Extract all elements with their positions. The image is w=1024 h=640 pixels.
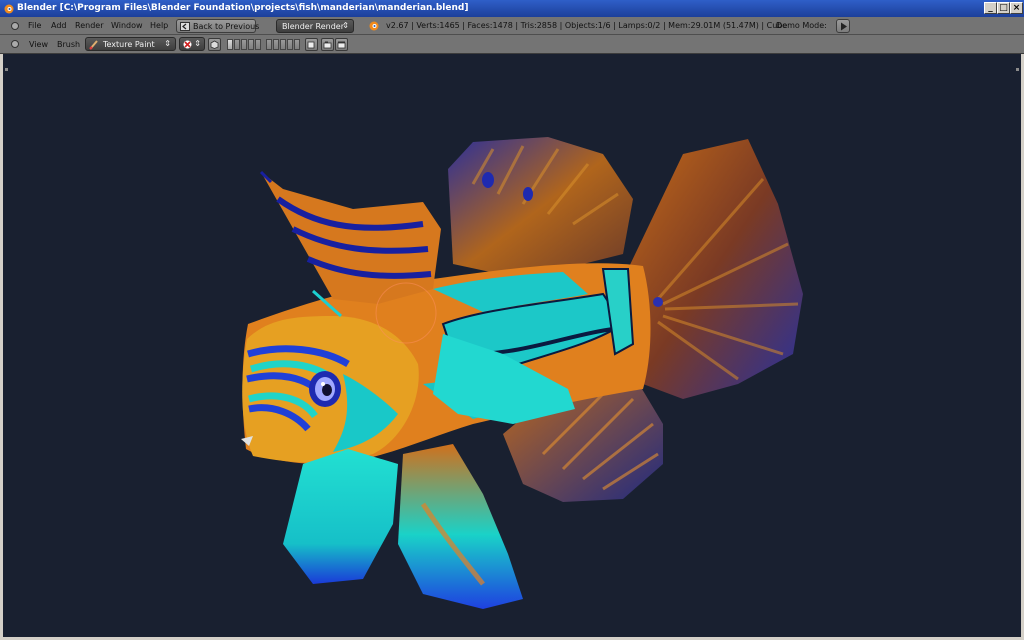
demo-play-button[interactable] bbox=[836, 19, 850, 33]
paint-brush-icon bbox=[89, 40, 98, 50]
mode-value: Texture Paint bbox=[103, 40, 155, 49]
layers-icon bbox=[307, 41, 315, 49]
minimize-button[interactable]: _ bbox=[984, 2, 997, 14]
menu-render[interactable]: Render bbox=[75, 21, 103, 30]
menu-window[interactable]: Window bbox=[111, 21, 143, 30]
back-icon bbox=[180, 22, 190, 31]
blender-window: Blender [C:\Program Files\Blender Founda… bbox=[0, 0, 1024, 640]
play-icon bbox=[841, 22, 847, 31]
render-engine-select[interactable]: Blender Render ⇕ bbox=[276, 19, 354, 33]
layer-buttons-group-1[interactable] bbox=[227, 39, 262, 50]
close-button[interactable]: × bbox=[1010, 2, 1023, 14]
viewport-shading-select[interactable]: ⇕ bbox=[179, 37, 205, 51]
layer-button[interactable] bbox=[241, 39, 247, 50]
info-header: File Add Render Window Help Back to Prev… bbox=[0, 17, 1024, 35]
back-to-previous-button[interactable]: Back to Previous bbox=[176, 19, 260, 33]
render-animation-button[interactable] bbox=[335, 38, 348, 51]
layer-button[interactable] bbox=[280, 39, 286, 50]
render-image-button[interactable] bbox=[321, 38, 334, 51]
clapper-icon bbox=[337, 41, 346, 49]
texture-paint-toggle[interactable] bbox=[208, 38, 221, 51]
3d-viewport[interactable] bbox=[3, 54, 1021, 637]
window-title: Blender [C:\Program Files\Blender Founda… bbox=[17, 3, 469, 13]
pelvic-fin-right bbox=[398, 444, 523, 609]
menu-add[interactable]: Add bbox=[51, 21, 67, 30]
lock-layers-button[interactable] bbox=[305, 38, 318, 51]
layer-button[interactable] bbox=[266, 39, 272, 50]
view3d-header: View Brush Texture Paint ⇕ ⇕ bbox=[0, 35, 1024, 54]
layer-button[interactable] bbox=[227, 39, 233, 50]
editor-type-icon[interactable] bbox=[10, 39, 20, 49]
mode-select[interactable]: Texture Paint ⇕ bbox=[85, 37, 176, 51]
camera-icon bbox=[323, 41, 332, 49]
render-engine-value: Blender Render bbox=[282, 22, 345, 31]
title-bar: Blender [C:\Program Files\Blender Founda… bbox=[0, 0, 1024, 17]
scene-statistics: v2.67 | Verts:1465 | Faces:1478 | Tris:2… bbox=[386, 21, 788, 30]
blender-logo-icon bbox=[4, 4, 14, 14]
menu-file[interactable]: File bbox=[28, 21, 41, 30]
blender-version-icon bbox=[369, 21, 379, 31]
pelvic-fin-left bbox=[283, 449, 398, 584]
editor-type-icon[interactable] bbox=[10, 21, 20, 31]
cube-icon bbox=[210, 40, 219, 49]
layer-button[interactable] bbox=[273, 39, 279, 50]
updown-arrows-icon: ⇕ bbox=[342, 21, 349, 30]
back-to-previous-label: Back to Previous bbox=[193, 22, 260, 31]
layer-button[interactable] bbox=[294, 39, 300, 50]
fish-model[interactable] bbox=[3, 54, 1021, 637]
layer-buttons-group-2[interactable] bbox=[266, 39, 301, 50]
layer-button[interactable] bbox=[287, 39, 293, 50]
menu-view[interactable]: View bbox=[29, 40, 48, 49]
demo-mode-label: Demo Mode: bbox=[776, 21, 827, 30]
maximize-button[interactable]: □ bbox=[997, 2, 1010, 14]
layer-button[interactable] bbox=[255, 39, 261, 50]
tail-fin bbox=[628, 139, 803, 399]
updown-arrows-icon: ⇕ bbox=[194, 39, 201, 48]
updown-arrows-icon: ⇕ bbox=[164, 39, 171, 48]
menu-help[interactable]: Help bbox=[150, 21, 168, 30]
menu-brush[interactable]: Brush bbox=[57, 40, 80, 49]
layer-button[interactable] bbox=[234, 39, 240, 50]
dorsal-fin-rear bbox=[448, 137, 633, 279]
shading-sphere-icon bbox=[183, 40, 192, 49]
layer-button[interactable] bbox=[248, 39, 254, 50]
